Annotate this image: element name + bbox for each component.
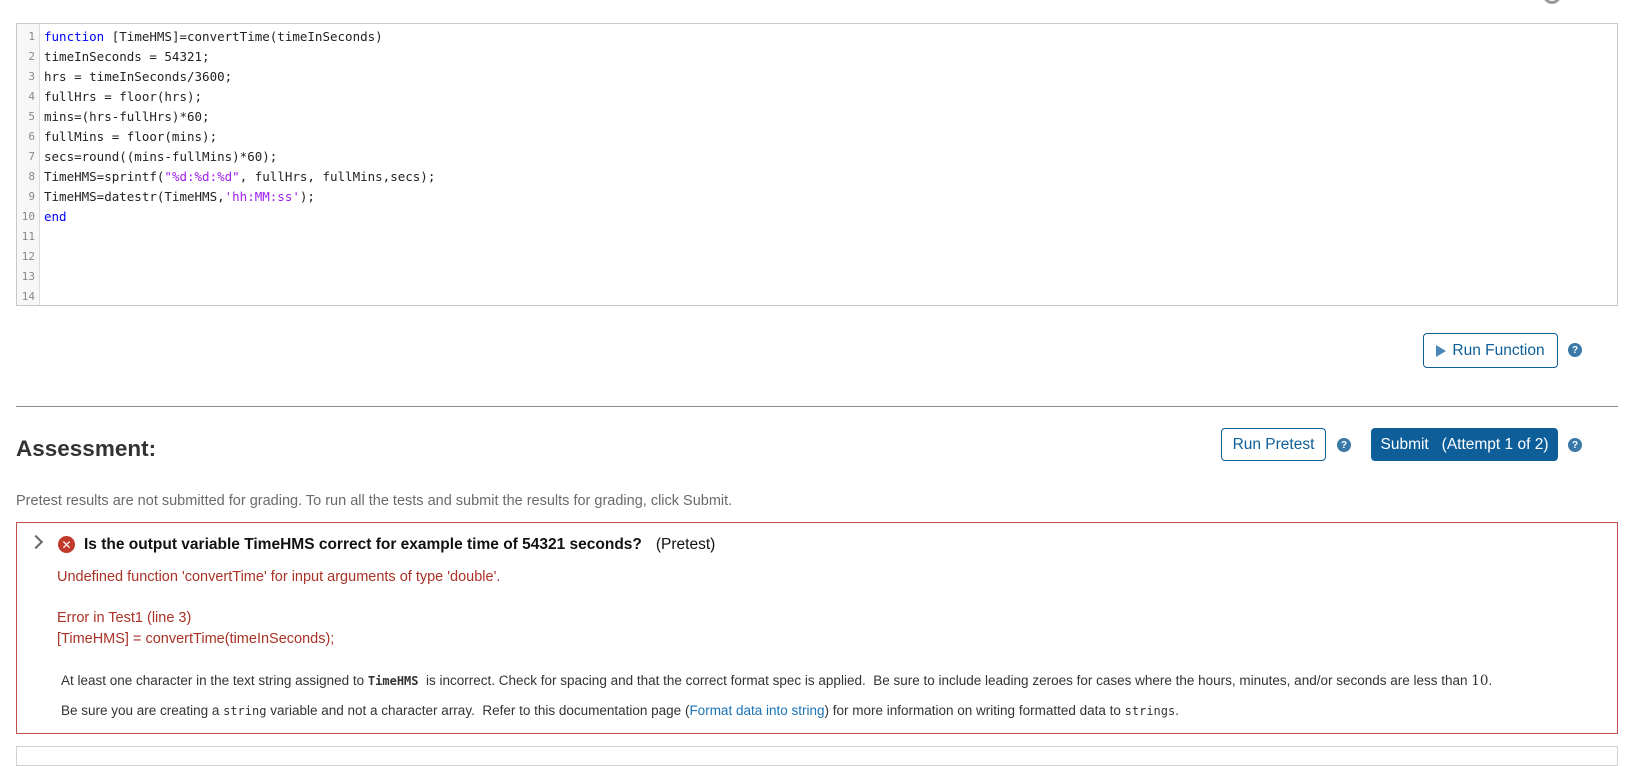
code-line[interactable]: 11 <box>17 227 1617 247</box>
feedback-code: TimeHMS <box>367 674 419 688</box>
feedback-text: is incorrect. Check for spacing and that… <box>418 673 1472 688</box>
feedback-text: At least one character in the text strin… <box>61 673 368 688</box>
code-text: fullMins = floor(mins); <box>44 129 218 144</box>
code-string: 'hh:MM:ss' <box>224 189 300 204</box>
corner-arc-decoration <box>1543 0 1561 4</box>
code-text: fullHrs = floor(hrs); <box>44 89 203 104</box>
line-code: timeInSeconds = 54321; <box>44 47 210 67</box>
code-text: [TimeHMS]=convertTime(timeInSeconds) <box>104 29 383 44</box>
assessment-title: Assessment: <box>16 436 157 461</box>
code-line[interactable]: 14 <box>17 287 1617 307</box>
code-text: , fullHrs, fullMins,secs); <box>239 169 436 184</box>
feedback-text: . <box>1175 703 1179 718</box>
feedback-text: Be sure you are creating a <box>61 703 224 718</box>
code-text: hrs = timeInSeconds/3600; <box>44 69 233 84</box>
test-tag: (Pretest) <box>655 536 716 553</box>
documentation-link[interactable]: Format data into string <box>689 703 824 718</box>
code-line[interactable]: 5 mins=(hrs-fullHrs)*60; <box>17 107 1617 127</box>
line-code: end <box>44 207 67 227</box>
pretest-note: Pretest results are not submitted for gr… <box>16 493 733 509</box>
code-text: ); <box>299 189 315 204</box>
feedback-text: . <box>1488 673 1493 688</box>
feedback-code: strings <box>1124 704 1176 718</box>
next-test-panel <box>16 746 1618 766</box>
code-line[interactable]: 6 fullMins = floor(mins); <box>17 127 1617 147</box>
feedback-text: variable and not a character array. Refe… <box>266 703 690 718</box>
error-message: Undefined function 'convertTime' for inp… <box>57 569 501 585</box>
code-line[interactable]: 3 hrs = timeInSeconds/3600; <box>17 67 1617 87</box>
code-text: TimeHMS=datestr(TimeHMS, <box>44 189 225 204</box>
line-number: 8 <box>28 170 35 183</box>
line-number: 5 <box>28 110 35 123</box>
line-number: 11 <box>21 230 35 243</box>
feedback-code: string <box>223 704 267 718</box>
error-location: Error in Test1 (line 3) <box>57 610 192 626</box>
test-title[interactable]: Is the output variable TimeHMS correct f… <box>84 536 715 554</box>
submit-button[interactable]: Submit (Attempt 1 of 2) <box>1371 428 1558 461</box>
feedback-number: 10 <box>1471 673 1489 689</box>
run-pretest-button[interactable]: Run Pretest <box>1221 428 1326 461</box>
code-text: timeInSeconds = 54321; <box>44 49 210 64</box>
line-number: 1 <box>28 30 35 43</box>
error-icon: ✕ <box>58 536 75 553</box>
code-line[interactable]: 10 end <box>17 207 1617 227</box>
line-number: 3 <box>28 70 35 83</box>
code-line[interactable]: 9 TimeHMS=datestr(TimeHMS,'hh:MM:ss'); <box>17 187 1617 207</box>
submit-help-icon[interactable]: ? <box>1568 438 1582 452</box>
test-result-panel: ✕ Is the output variable TimeHMS correct… <box>16 522 1618 734</box>
line-code: function [TimeHMS]=convertTime(timeInSec… <box>44 27 383 47</box>
code-text: TimeHMS=sprintf( <box>44 169 165 184</box>
line-code: mins=(hrs-fullHrs)*60; <box>44 107 210 127</box>
code-editor[interactable]: 1 function [TimeHMS]=convertTime(timeInSe… <box>16 23 1618 306</box>
line-number: 9 <box>28 190 35 203</box>
code-line[interactable]: 13 <box>17 267 1617 287</box>
code-text: mins=(hrs-fullHrs)*60; <box>44 109 210 124</box>
run-function-button[interactable]: Run Function <box>1423 333 1558 368</box>
code-line[interactable]: 4 fullHrs = floor(hrs); <box>17 87 1617 107</box>
code-keyword: function <box>44 29 105 44</box>
code-line[interactable]: 8 TimeHMS=sprintf("%d:%d:%d", fullHrs, fu… <box>17 167 1617 187</box>
line-number: 7 <box>28 150 35 163</box>
feedback-line-1: At least one character in the text strin… <box>61 673 1492 689</box>
line-number: 4 <box>28 90 35 103</box>
code-line[interactable]: 12 <box>17 247 1617 267</box>
code-line[interactable]: 7 secs=round((mins-fullMins)*60); <box>17 147 1617 167</box>
line-code: hrs = timeInSeconds/3600; <box>44 67 232 87</box>
line-number: 12 <box>21 250 35 263</box>
code-string: "%d:%d:%d" <box>164 169 240 184</box>
code-line[interactable]: 1 function [TimeHMS]=convertTime(timeInSe… <box>17 27 1617 47</box>
error-code: [TimeHMS] = convertTime(timeInSeconds); <box>57 631 335 647</box>
run-function-help-icon[interactable]: ? <box>1568 343 1582 357</box>
code-text: secs=round((mins-fullMins)*60); <box>44 149 278 164</box>
line-number: 10 <box>21 210 35 223</box>
line-number: 13 <box>21 270 35 283</box>
line-number: 2 <box>28 50 35 63</box>
play-icon <box>1436 344 1447 357</box>
run-pretest-help-icon[interactable]: ? <box>1337 438 1351 452</box>
line-code: fullMins = floor(mins); <box>44 127 217 147</box>
line-code: TimeHMS=sprintf("%d:%d:%d", fullHrs, ful… <box>44 167 435 187</box>
feedback-text: ) for more information on writing format… <box>824 703 1125 718</box>
code-line[interactable]: 2 timeInSeconds = 54321; <box>17 47 1617 67</box>
feedback-line-2: Be sure you are creating a string variab… <box>61 703 1179 718</box>
code-keyword: end <box>44 209 67 224</box>
section-divider <box>16 406 1618 407</box>
chevron-right-icon[interactable] <box>28 534 44 550</box>
line-code: fullHrs = floor(hrs); <box>44 87 202 107</box>
line-code: secs=round((mins-fullMins)*60); <box>44 147 277 167</box>
line-number: 6 <box>28 130 35 143</box>
line-number: 14 <box>21 290 35 303</box>
run-function-label: Run Function <box>1452 341 1545 359</box>
test-title-text: Is the output variable TimeHMS correct f… <box>84 536 642 553</box>
line-code: TimeHMS=datestr(TimeHMS,'hh:MM:ss'); <box>44 187 315 207</box>
